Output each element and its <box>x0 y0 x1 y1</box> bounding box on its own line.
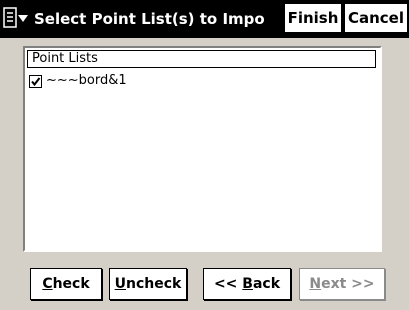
next-button[interactable]: Next >> <box>299 268 385 300</box>
import-point-lists-window: Select Point List(s) to Impo Finish Canc… <box>0 0 409 310</box>
check-button[interactable]: Check <box>30 268 102 300</box>
uncheck-button[interactable]: Uncheck <box>109 268 187 300</box>
cancel-button[interactable]: Cancel <box>344 3 408 33</box>
point-lists-listbox[interactable]: Point Lists ~~~bord&1 <box>23 46 382 252</box>
back-button[interactable]: << Back <box>203 268 291 300</box>
back-prefix: << <box>213 276 243 292</box>
back-label-rest: ack <box>252 276 281 292</box>
list-item[interactable]: ~~~bord&1 <box>29 72 369 90</box>
check-mnemonic: C <box>42 276 53 292</box>
uncheck-mnemonic: U <box>114 276 127 292</box>
checkmark-icon <box>31 76 41 86</box>
list-column-header: Point Lists <box>27 50 376 68</box>
item-checkbox[interactable] <box>29 74 42 88</box>
menu-dropdown-icon[interactable] <box>2 4 30 32</box>
next-label-rest: ext >> <box>321 276 375 292</box>
window-title: Select Point List(s) to Impo <box>34 10 265 28</box>
check-label-rest: heck <box>52 276 90 292</box>
back-mnemonic: B <box>242 276 253 292</box>
uncheck-label-rest: ncheck <box>126 276 182 292</box>
title-bar: Select Point List(s) to Impo Finish Canc… <box>0 0 409 38</box>
finish-button[interactable]: Finish <box>284 3 342 33</box>
list-item-label: ~~~bord&1 <box>46 73 127 88</box>
next-mnemonic: N <box>309 276 322 292</box>
